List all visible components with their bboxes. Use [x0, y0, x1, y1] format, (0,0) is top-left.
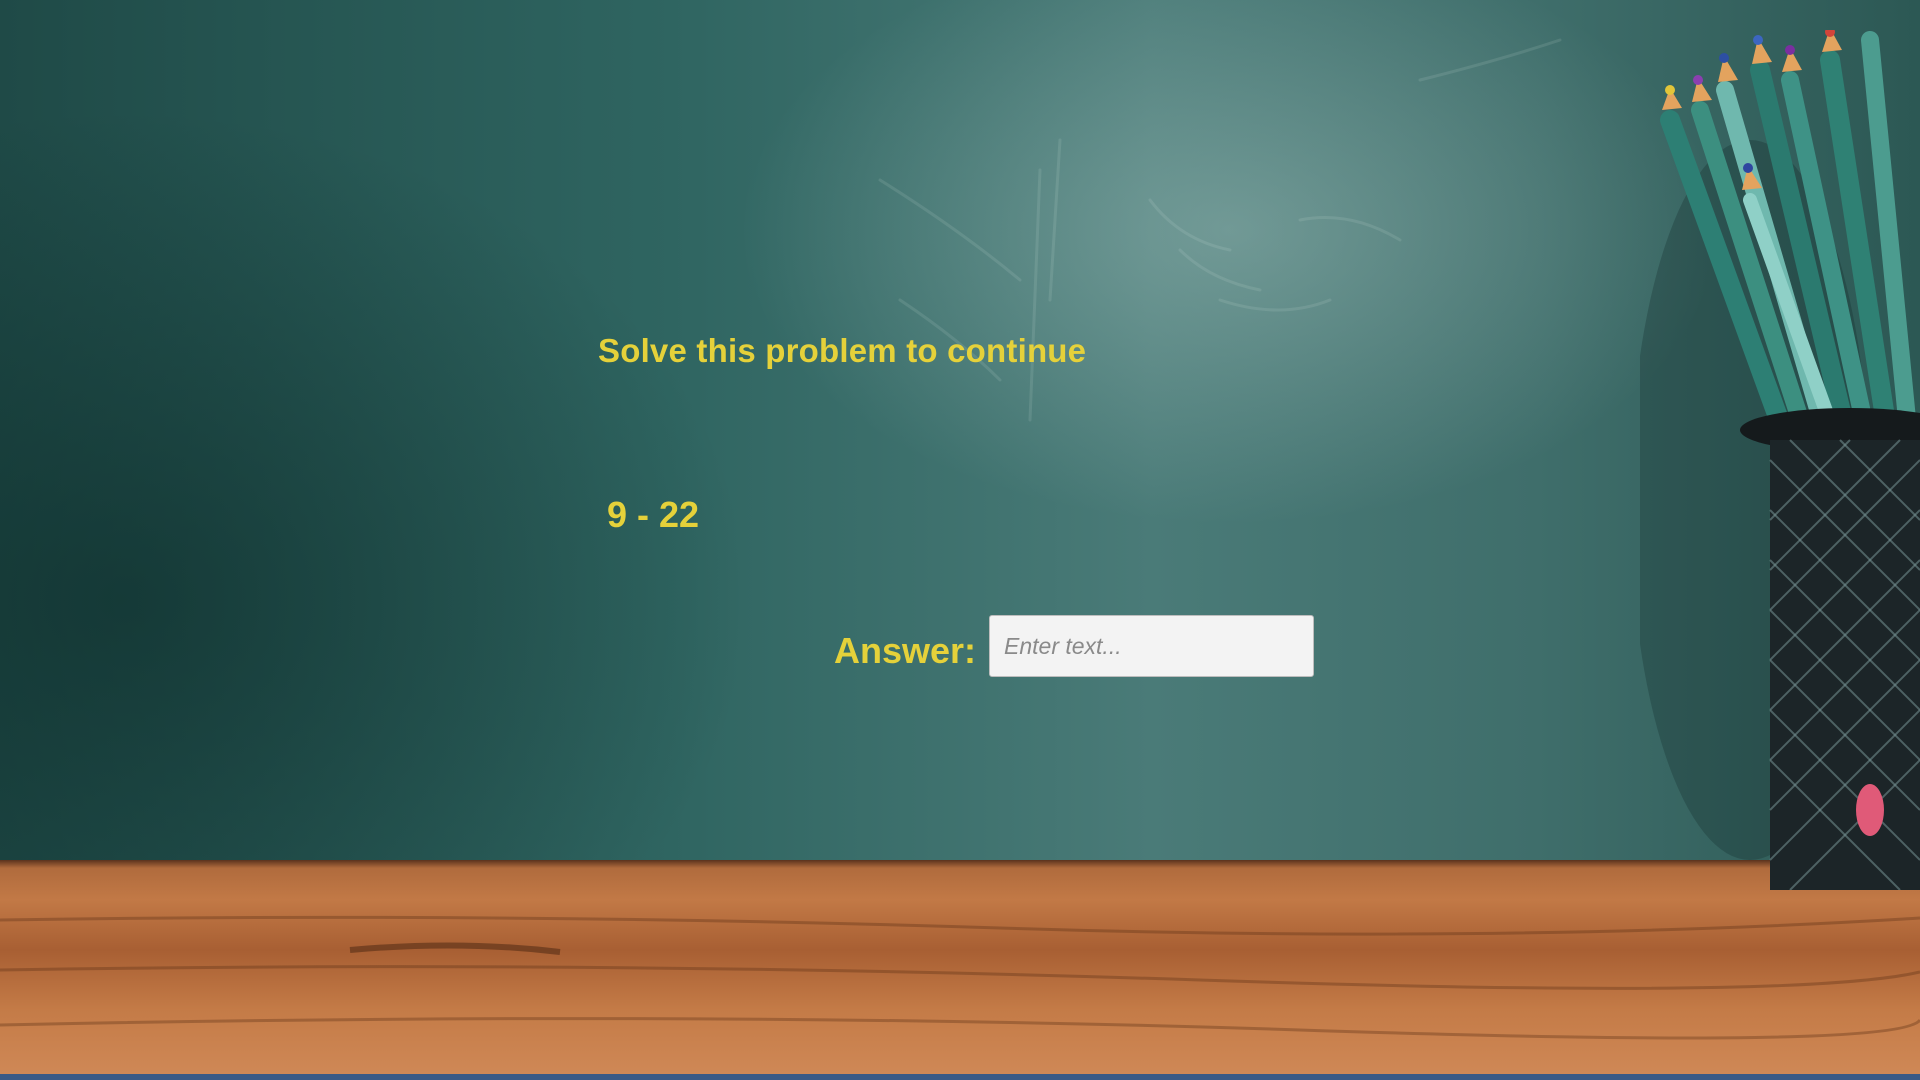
page-title: Solve this problem to continue: [598, 332, 1087, 369]
desk-grain: [0, 915, 1920, 1040]
math-problem: 9 - 22: [607, 494, 700, 535]
answer-label: Answer:: [834, 630, 977, 671]
pencil-cup-icon: [1640, 30, 1920, 890]
bottom-bar: [0, 1074, 1920, 1080]
chalk-smudges: [878, 38, 1562, 422]
answer-input[interactable]: [989, 615, 1314, 677]
